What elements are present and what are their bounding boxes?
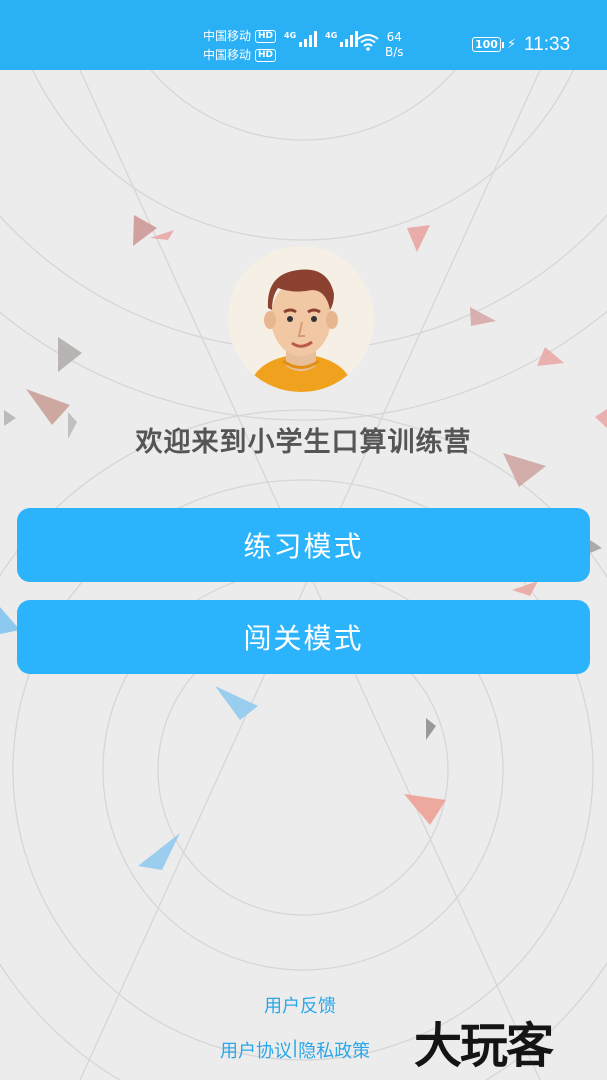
signal-strength-icon: 4G <box>284 31 318 47</box>
feedback-link[interactable]: 用户反馈 <box>264 992 336 1018</box>
wifi-icon <box>357 34 379 51</box>
carrier-1-label: 中国移动 <box>203 29 252 43</box>
welcome-title: 欢迎来到小学生口算训练营 <box>135 427 472 458</box>
speed-unit: B/s <box>385 45 404 59</box>
user-agreement-link[interactable]: 用户协议 <box>220 1037 292 1063</box>
network-speed: 64 B/s <box>385 30 404 60</box>
charging-icon: ⚡ <box>506 37 517 52</box>
network-type-label: 4G <box>284 31 297 40</box>
privacy-policy-link[interactable]: 隐私政策 <box>298 1037 370 1063</box>
carrier-2-label: 中国移动 <box>203 48 252 62</box>
speed-value: 64 <box>386 30 402 44</box>
hd-badge: HD <box>255 49 277 62</box>
battery-level: 100 <box>472 37 501 52</box>
status-bar: 中国移动 HD 中国移动 HD 4G 4G 64 B/s 100 ⚡ 11:33 <box>0 0 607 70</box>
hd-badge: HD <box>255 30 277 43</box>
practice-mode-button[interactable]: 练习模式 <box>17 508 590 582</box>
avatar[interactable] <box>228 246 374 392</box>
battery-icon: 100 ⚡ <box>472 37 516 52</box>
clock: 11:33 <box>524 34 571 55</box>
signal-indicators: 4G 4G <box>284 31 359 47</box>
avatar-illustration <box>248 269 354 392</box>
network-type-label: 4G <box>325 31 338 40</box>
level-mode-button[interactable]: 闯关模式 <box>17 600 590 674</box>
legal-links: 用户协议 | 隐私政策 <box>220 1037 370 1063</box>
carrier-info: 中国移动 HD 中国移动 HD <box>203 27 277 65</box>
watermark-logo: 大玩客 <box>414 1018 554 1074</box>
signal-strength-icon: 4G <box>325 31 359 47</box>
